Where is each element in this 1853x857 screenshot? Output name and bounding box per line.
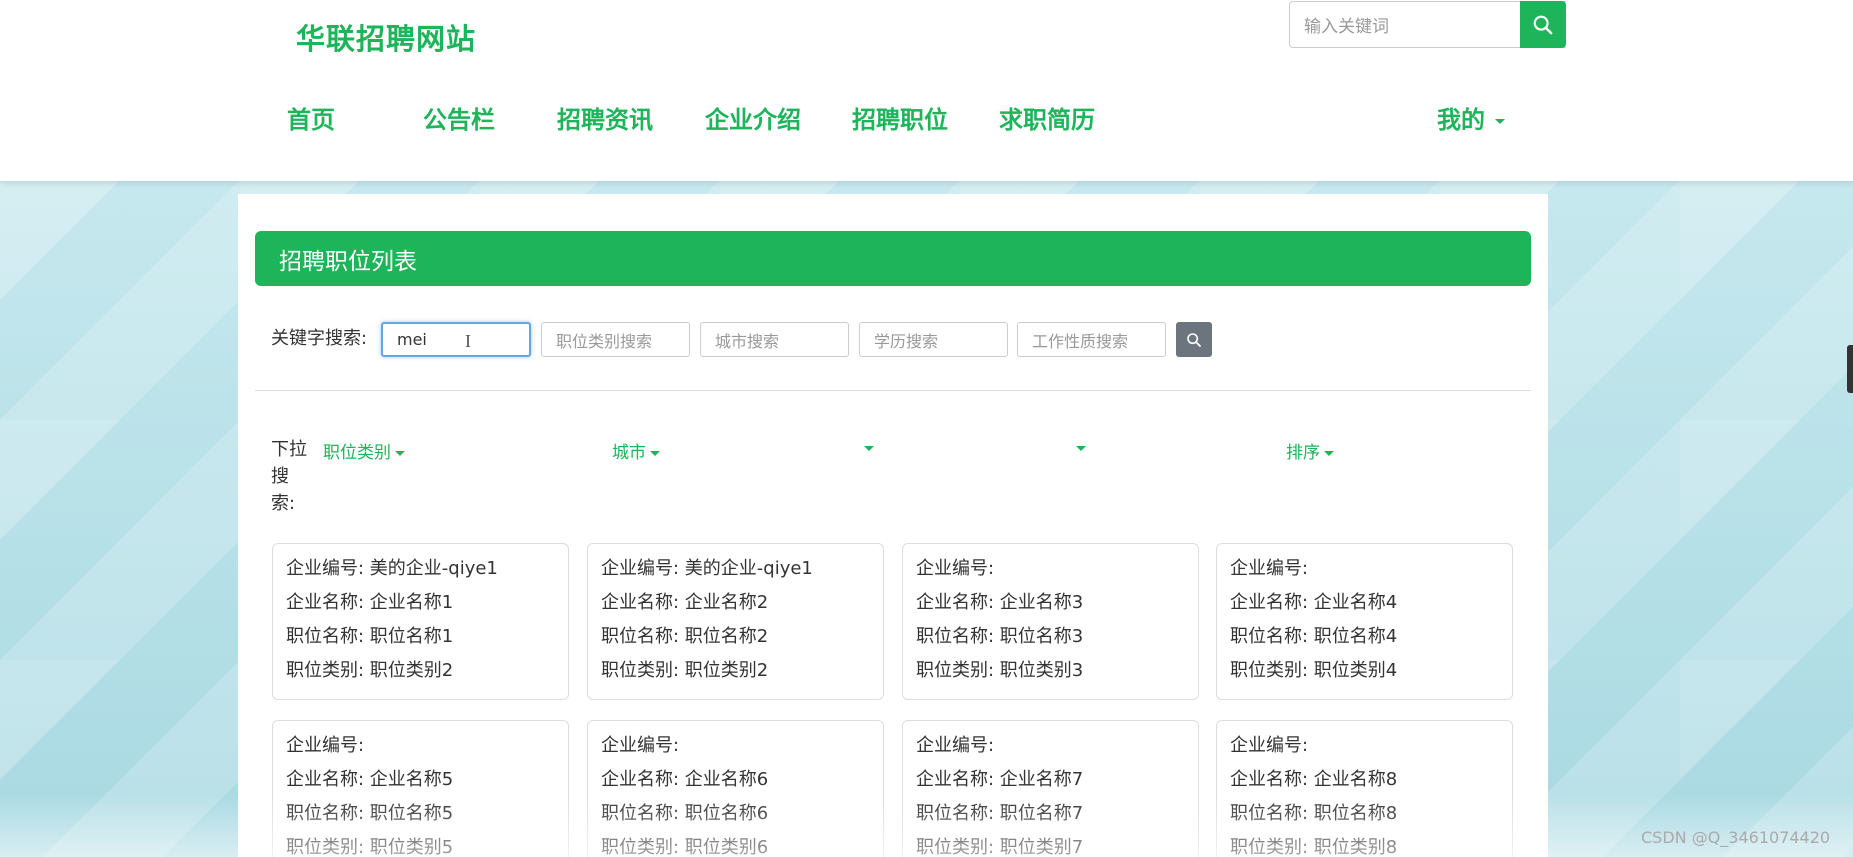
nav-news[interactable]: 招聘资讯 (557, 100, 653, 135)
job-name: 职位名称: 职位名称2 (601, 626, 769, 647)
city-search-input[interactable]: 城市搜索 (700, 322, 849, 357)
dropdown-city[interactable]: 城市 (612, 438, 660, 463)
job-card[interactable]: 企业编号: 美的企业-qiye1 企业名称: 企业名称2 职位名称: 职位名称2… (587, 543, 884, 700)
chevron-down-icon (650, 450, 660, 456)
nav-jobs[interactable]: 招聘职位 (852, 100, 948, 135)
chevron-down-icon (395, 450, 405, 456)
nav-resume[interactable]: 求职简历 (999, 100, 1095, 135)
nav-home[interactable]: 首页 (287, 100, 335, 135)
job-name: 职位名称: 职位名称3 (916, 626, 1084, 647)
nav-my-dropdown[interactable]: 我的 (1437, 100, 1505, 135)
watermark: CSDN @Q_3461074420 (1641, 828, 1831, 847)
job-category: 职位类别: 职位类别6 (601, 837, 769, 857)
keyword-input-value: mei (397, 330, 427, 349)
search-icon (1533, 15, 1553, 34)
chevron-down-icon (1495, 118, 1505, 124)
keyword-search-label: 关键字搜索: (271, 328, 368, 349)
company-number: 企业编号: 美的企业-qiye1 (286, 558, 498, 579)
chevron-down-icon (1076, 445, 1086, 451)
company-name: 企业名称: 企业名称1 (286, 592, 454, 613)
dropdown-sort-label: 排序 (1286, 443, 1320, 463)
job-category: 职位类别: 职位类别4 (1230, 660, 1398, 681)
job-category: 职位类别: 职位类别5 (286, 837, 454, 857)
company-number: 企业编号: (916, 735, 995, 756)
chevron-down-icon (864, 445, 874, 451)
nav-company[interactable]: 企业介绍 (705, 100, 801, 135)
company-number: 企业编号: (916, 558, 995, 579)
dropdown-category[interactable]: 职位类别 (323, 438, 405, 463)
search-icon (1187, 332, 1201, 347)
company-number: 企业编号: (286, 735, 365, 756)
job-name: 职位名称: 职位名称6 (601, 803, 769, 824)
job-name: 职位名称: 职位名称7 (916, 803, 1084, 824)
job-card[interactable]: 企业编号: 企业名称: 企业名称8 职位名称: 职位名称8 职位类别: 职位类别… (1216, 720, 1513, 857)
job-card[interactable]: 企业编号: 企业名称: 企业名称3 职位名称: 职位名称3 职位类别: 职位类别… (902, 543, 1199, 700)
keyword-input[interactable]: mei I (381, 322, 531, 357)
job-name: 职位名称: 职位名称1 (286, 626, 454, 647)
dropdown-sort[interactable]: 排序 (1286, 438, 1334, 463)
nav-my-label: 我的 (1437, 106, 1485, 134)
text-cursor-icon: I (465, 331, 471, 351)
chevron-down-icon (1324, 450, 1334, 456)
job-category: 职位类别: 职位类别2 (601, 660, 769, 681)
job-category: 职位类别: 职位类别7 (916, 837, 1084, 857)
job-category: 职位类别: 职位类别8 (1230, 837, 1398, 857)
company-name: 企业名称: 企业名称5 (286, 769, 454, 790)
dropdown-education[interactable] (860, 438, 874, 458)
nav-notice[interactable]: 公告栏 (423, 100, 495, 135)
panel-title: 招聘职位列表 (255, 231, 1531, 286)
job-card[interactable]: 企业编号: 企业名称: 企业名称7 职位名称: 职位名称7 职位类别: 职位类别… (902, 720, 1199, 857)
job-name: 职位名称: 职位名称5 (286, 803, 454, 824)
search-button[interactable] (1520, 1, 1566, 48)
company-name: 企业名称: 企业名称7 (916, 769, 1084, 790)
dropdown-job-type[interactable] (1072, 438, 1086, 458)
job-name: 职位名称: 职位名称4 (1230, 626, 1398, 647)
company-name: 企业名称: 企业名称2 (601, 592, 769, 613)
company-number: 企业编号: (1230, 558, 1309, 579)
site-header: 华联招聘网站 输入关键词 首页 公告栏 招聘资讯 企业介绍 招聘职位 求职简历 … (0, 0, 1853, 181)
filter-search-button[interactable] (1176, 322, 1212, 357)
job-name: 职位名称: 职位名称8 (1230, 803, 1398, 824)
job-card[interactable]: 企业编号: 美的企业-qiye1 企业名称: 企业名称1 职位名称: 职位名称1… (272, 543, 569, 700)
job-card[interactable]: 企业编号: 企业名称: 企业名称5 职位名称: 职位名称5 职位类别: 职位类别… (272, 720, 569, 857)
company-name: 企业名称: 企业名称6 (601, 769, 769, 790)
scroll-handle[interactable] (1847, 345, 1853, 393)
main-nav: 首页 公告栏 招聘资讯 企业介绍 招聘职位 求职简历 我的 (0, 100, 1853, 140)
job-list-panel: 招聘职位列表 关键字搜索: mei I 职位类别搜索 城市搜索 学历搜索 工作性… (238, 194, 1548, 857)
job-card[interactable]: 企业编号: 企业名称: 企业名称6 职位名称: 职位名称6 职位类别: 职位类别… (587, 720, 884, 857)
job-category: 职位类别: 职位类别2 (286, 660, 454, 681)
dropdown-search-label: 下拉搜索: (271, 439, 307, 514)
company-name: 企业名称: 企业名称4 (1230, 592, 1398, 613)
company-number: 企业编号: (601, 735, 680, 756)
company-number: 企业编号: (1230, 735, 1309, 756)
company-name: 企业名称: 企业名称8 (1230, 769, 1398, 790)
site-title[interactable]: 华联招聘网站 (296, 16, 476, 58)
job-category: 职位类别: 职位类别3 (916, 660, 1084, 681)
job-type-search-input[interactable]: 工作性质搜索 (1017, 322, 1166, 357)
education-search-input[interactable]: 学历搜索 (859, 322, 1008, 357)
dropdown-city-label: 城市 (612, 443, 646, 463)
dropdown-category-label: 职位类别 (323, 443, 391, 463)
category-search-input[interactable]: 职位类别搜索 (541, 322, 690, 357)
company-name: 企业名称: 企业名称3 (916, 592, 1084, 613)
company-number: 企业编号: 美的企业-qiye1 (601, 558, 813, 579)
job-card[interactable]: 企业编号: 企业名称: 企业名称4 职位名称: 职位名称4 职位类别: 职位类别… (1216, 543, 1513, 700)
divider (255, 390, 1531, 391)
